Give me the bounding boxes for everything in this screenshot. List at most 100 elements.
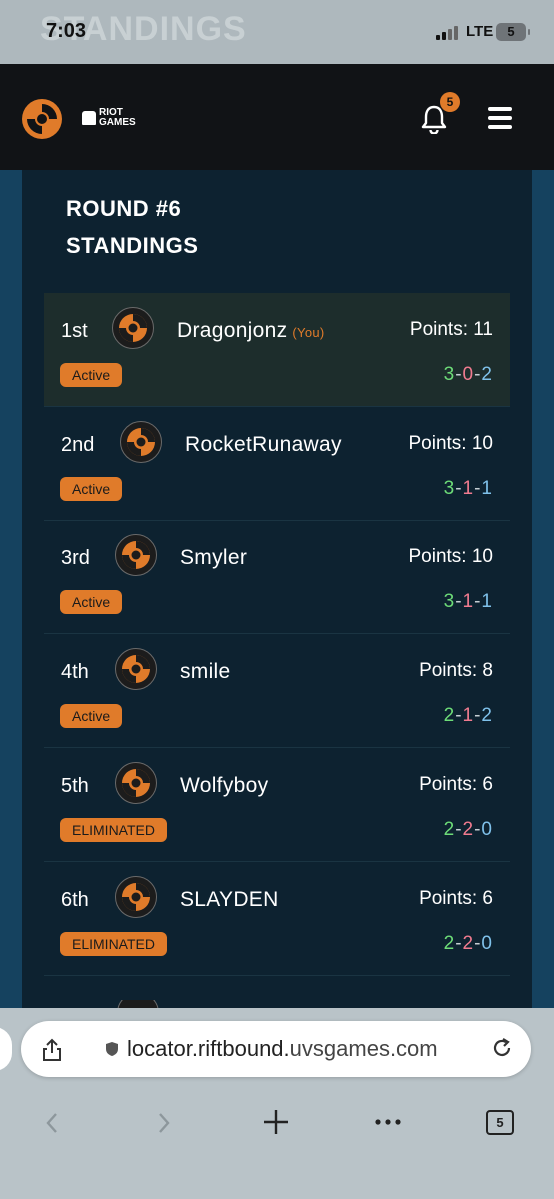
player-name[interactable]: RocketRunaway bbox=[185, 433, 342, 456]
status-badge: Active bbox=[60, 476, 123, 501]
record-draws: 2 bbox=[481, 364, 493, 385]
player-name[interactable]: SLAYDEN bbox=[180, 888, 279, 911]
player-avatar-icon bbox=[120, 420, 162, 463]
player-name-cell[interactable]: RocketRunaway bbox=[185, 433, 347, 457]
player-points: Points: 11 bbox=[409, 319, 493, 340]
battery-icon: 5 bbox=[496, 23, 530, 41]
record-draws: 0 bbox=[481, 932, 493, 954]
battery-level: 5 bbox=[507, 24, 515, 39]
player-avatar-icon bbox=[112, 307, 154, 349]
record-losses: 0 bbox=[462, 364, 475, 385]
record-losses: 1 bbox=[462, 477, 475, 499]
browser-nav-row bbox=[0, 1100, 554, 1199]
player-rank: 2nd bbox=[61, 433, 95, 456]
url-text: locator.riftbound.uvsgames.com bbox=[127, 1036, 438, 1062]
player-name-cell[interactable]: Smyler bbox=[180, 546, 252, 570]
more-icon[interactable] bbox=[374, 1118, 402, 1126]
player-avatar-icon bbox=[115, 875, 157, 918]
network-label: LTE bbox=[466, 23, 494, 40]
player-name[interactable]: smile bbox=[180, 660, 231, 683]
page-gutter-left bbox=[0, 170, 22, 1010]
tabs-icon[interactable]: 5 bbox=[486, 1110, 514, 1135]
record-wins: 2 bbox=[443, 818, 456, 840]
player-record: 2-2-0 bbox=[444, 819, 493, 841]
status-bar: STANDINGS 7:03 LTE 5 bbox=[0, 0, 554, 64]
player-record: 2-1-2 bbox=[444, 705, 493, 727]
url-part-a: locator.riftbound. bbox=[127, 1036, 290, 1061]
address-bar[interactable]: locator.riftbound.uvsgames.com bbox=[21, 1021, 531, 1077]
notification-count-badge: 5 bbox=[440, 92, 460, 112]
riot-games-logo[interactable]: RIOT GAMES bbox=[82, 108, 136, 128]
standings-row[interactable]: 6th SLAYDEN Points: 6 2-2-0 ELIMINATED bbox=[44, 862, 510, 976]
player-record: 2-2-0 bbox=[444, 933, 493, 955]
standings-row[interactable]: 3rd Smyler Points: 10 3-1-1 Active bbox=[44, 520, 510, 635]
record-separator: - bbox=[455, 477, 463, 499]
shield-icon bbox=[106, 1042, 118, 1056]
riot-games-wordmark: RIOT GAMES bbox=[99, 108, 136, 128]
page-gutter-right bbox=[532, 170, 554, 1010]
status-badge: Active bbox=[60, 363, 123, 387]
app-logo-icon[interactable] bbox=[21, 98, 63, 140]
riot-fist-icon bbox=[82, 111, 96, 125]
record-separator: - bbox=[455, 364, 463, 385]
share-icon[interactable] bbox=[41, 1038, 63, 1062]
player-name-cell[interactable]: smile bbox=[180, 660, 236, 684]
brand-line-2: GAMES bbox=[99, 117, 136, 128]
you-indicator: (You) bbox=[292, 325, 325, 340]
record-draws: 0 bbox=[481, 818, 493, 840]
page-title-line-1: ROUND #6 bbox=[66, 196, 182, 221]
back-icon[interactable] bbox=[44, 1112, 60, 1134]
signal-icon bbox=[436, 26, 462, 40]
player-rank: 5th bbox=[61, 774, 89, 797]
player-record: 3-0-2 bbox=[444, 364, 493, 386]
standings-row[interactable]: 4th smile Points: 8 2-1-2 Active bbox=[44, 634, 510, 749]
player-avatar-icon bbox=[115, 648, 157, 691]
page-title-line-2: STANDINGS bbox=[66, 233, 199, 258]
forward-icon[interactable] bbox=[156, 1112, 172, 1134]
record-wins: 2 bbox=[443, 705, 456, 727]
player-avatar-icon bbox=[115, 534, 157, 577]
player-name[interactable]: Dragonjonz bbox=[177, 319, 287, 342]
new-tab-icon[interactable] bbox=[262, 1108, 290, 1136]
hamburger-menu-icon[interactable] bbox=[488, 107, 512, 129]
status-badge: Active bbox=[60, 704, 123, 729]
record-losses: 1 bbox=[462, 705, 475, 727]
player-name-cell[interactable]: SLAYDEN bbox=[180, 888, 284, 912]
player-rank: 1st bbox=[61, 320, 88, 342]
player-rank: 3rd bbox=[61, 547, 90, 570]
status-badge: Active bbox=[60, 590, 123, 615]
status-badge: ELIMINATED bbox=[60, 931, 167, 956]
player-points: Points: 10 bbox=[408, 432, 494, 454]
reload-icon[interactable] bbox=[491, 1037, 513, 1059]
standings-row[interactable]: 1st Dragonjonz (You) Points: 11 3-0-2 Active bbox=[44, 293, 510, 407]
player-name-cell[interactable]: Dragonjonz (You) bbox=[177, 319, 325, 343]
url-part-b: uvsgames.com bbox=[289, 1036, 438, 1061]
record-losses: 1 bbox=[462, 591, 475, 613]
status-badge: ELIMINATED bbox=[60, 817, 167, 842]
player-name[interactable]: Smyler bbox=[180, 546, 247, 569]
record-separator: - bbox=[455, 705, 463, 727]
record-wins: 3 bbox=[443, 477, 456, 499]
page-title: ROUND #6 STANDINGS bbox=[66, 190, 198, 264]
player-points: Points: 6 bbox=[419, 773, 493, 795]
player-name[interactable]: Wolfyboy bbox=[180, 774, 268, 797]
player-record: 3-1-1 bbox=[444, 478, 493, 500]
player-points: Points: 6 bbox=[419, 887, 493, 909]
standings-row[interactable]: 2nd RocketRunaway Points: 10 3-1-1 Active bbox=[44, 407, 510, 521]
player-points: Points: 10 bbox=[408, 546, 494, 568]
player-record: 3-1-1 bbox=[444, 591, 493, 613]
record-separator: - bbox=[455, 818, 463, 840]
record-draws: 2 bbox=[481, 705, 493, 727]
status-time: 7:03 bbox=[46, 20, 87, 42]
player-name-cell[interactable]: Wolfyboy bbox=[180, 774, 273, 798]
player-points: Points: 8 bbox=[419, 660, 493, 682]
app-header: RIOT GAMES 5 bbox=[0, 64, 554, 170]
record-losses: 2 bbox=[462, 818, 475, 840]
record-separator: - bbox=[455, 932, 463, 954]
record-losses: 2 bbox=[462, 932, 475, 954]
record-draws: 1 bbox=[481, 477, 493, 499]
player-rank: 4th bbox=[61, 661, 89, 684]
record-draws: 1 bbox=[481, 591, 493, 613]
record-wins: 3 bbox=[443, 591, 456, 613]
standings-row[interactable]: 5th Wolfyboy Points: 6 2-2-0 ELIMINATED bbox=[44, 748, 510, 862]
